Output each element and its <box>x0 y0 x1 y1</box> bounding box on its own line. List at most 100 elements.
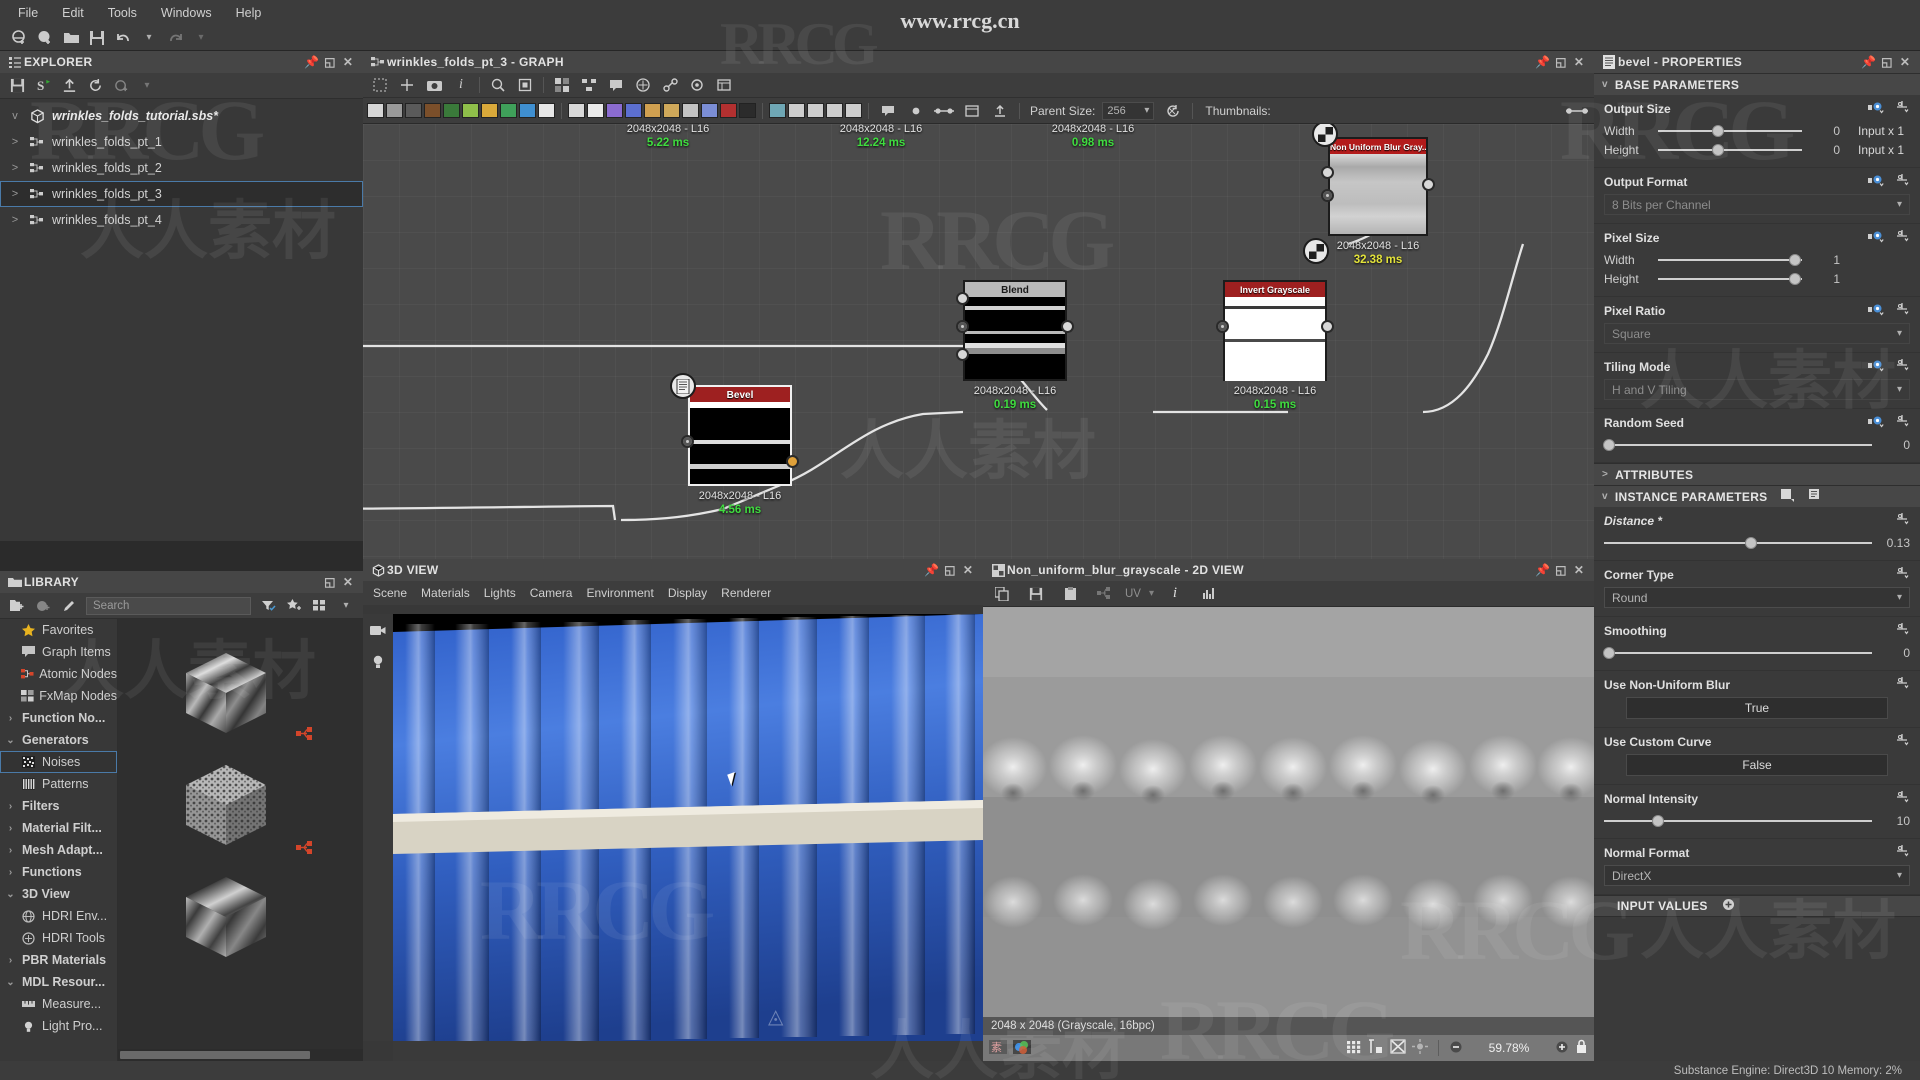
library-item-filters[interactable]: › Filters <box>0 795 117 817</box>
chevron-right-icon[interactable]: > <box>8 136 22 148</box>
node-color-swatch[interactable] <box>538 103 555 118</box>
chevron-down-icon[interactable]: ⌄ <box>4 977 17 988</box>
chevron-down-icon[interactable]: ▾ <box>134 75 160 97</box>
grid-icon[interactable] <box>549 74 575 96</box>
node-type-icon[interactable] <box>663 103 680 118</box>
node-color-swatch[interactable] <box>500 103 517 118</box>
node-color-swatch[interactable] <box>424 103 441 118</box>
thumbnails-toggle-icon[interactable] <box>1564 100 1590 122</box>
node-output-icon[interactable] <box>826 103 843 118</box>
explorer-item-pt3[interactable]: > wrinkles_folds_pt_3 <box>0 181 363 207</box>
zoom-level-label[interactable]: 59.78% <box>1469 1041 1549 1055</box>
view3d-menu-display[interactable]: Display <box>668 586 707 600</box>
close-icon[interactable]: ✕ <box>1570 561 1588 579</box>
chevron-right-icon[interactable]: › <box>4 845 17 856</box>
close-icon[interactable]: ✕ <box>1570 53 1588 71</box>
close-icon[interactable]: ✕ <box>339 53 357 71</box>
copy-params-icon[interactable] <box>1781 488 1795 505</box>
library-item-mesh-adapt[interactable]: › Mesh Adapt... <box>0 839 117 861</box>
param-combo[interactable]: H and V Tiling ▾ <box>1604 379 1910 400</box>
zoom-icon[interactable] <box>485 74 511 96</box>
parameter-function-icon[interactable] <box>1895 101 1910 117</box>
library-item-graph-items[interactable]: Graph Items <box>0 641 117 663</box>
pin-icon[interactable]: 📌 <box>303 53 321 71</box>
parameter-function-icon[interactable] <box>1895 567 1910 583</box>
node-output-icon[interactable] <box>769 103 786 118</box>
node-non-uniform-blur-grayscale[interactable]: Non Uniform Blur Gray... 2048x2048 - L16… <box>1312 124 1435 266</box>
parameter-function-icon[interactable] <box>1895 677 1910 693</box>
node-color-swatch[interactable] <box>443 103 460 118</box>
library-item-measure[interactable]: Measure... <box>0 993 117 1015</box>
node-color-swatch[interactable] <box>481 103 498 118</box>
slider-knob[interactable] <box>1788 272 1801 285</box>
camera-icon[interactable] <box>370 624 386 640</box>
library-thumbnail[interactable] <box>180 871 272 963</box>
node-invert-grayscale[interactable]: Invert Grayscale 2048x2048 - L16 0.15 ms <box>1216 280 1334 411</box>
save-icon[interactable] <box>4 75 30 97</box>
explorer-item-pt1[interactable]: > wrinkles_folds_pt_1 <box>0 129 363 155</box>
section-input-values[interactable]: INPUT VALUES <box>1594 895 1920 917</box>
library-item-pbr-materials[interactable]: › PBR Materials <box>0 949 117 971</box>
parameter-function-icon[interactable] <box>1895 359 1910 375</box>
align-icon[interactable] <box>711 74 737 96</box>
layout-icon[interactable] <box>576 74 602 96</box>
expose-parameter-icon[interactable] <box>1868 230 1885 246</box>
library-item-light-pro[interactable]: Light Pro... <box>0 1015 117 1037</box>
edit-icon[interactable] <box>56 595 82 617</box>
node-type-icon[interactable] <box>720 103 737 118</box>
chevron-right-icon[interactable]: › <box>4 713 17 724</box>
frame-node-icon[interactable] <box>959 100 985 122</box>
maximize-icon[interactable]: ◱ <box>321 53 339 71</box>
slider-knob[interactable] <box>1712 124 1725 137</box>
parameter-function-icon[interactable] <box>1895 734 1910 750</box>
pin-icon[interactable]: 📌 <box>1860 53 1878 71</box>
library-item-hdri-env[interactable]: HDRI Env... <box>0 905 117 927</box>
pin-node-icon[interactable] <box>903 100 929 122</box>
node-color-swatch[interactable] <box>462 103 479 118</box>
slider-knob[interactable] <box>1603 438 1616 451</box>
param-combo[interactable]: Round ▾ <box>1604 587 1910 608</box>
view3d-menu-lights[interactable]: Lights <box>484 586 516 600</box>
chevron-down-icon[interactable]: ▾ <box>1149 588 1154 599</box>
grid-icon[interactable] <box>1346 1039 1362 1057</box>
library-item-fxmap-nodes[interactable]: FxMap Nodes <box>0 685 117 707</box>
parameter-function-icon[interactable] <box>1895 415 1910 431</box>
library-thumbnail[interactable] <box>180 647 272 739</box>
paste-params-icon[interactable] <box>1809 488 1823 505</box>
tile-icon[interactable] <box>1368 1039 1384 1057</box>
link-icon[interactable] <box>1091 583 1117 605</box>
library-item-material-filt[interactable]: › Material Filt... <box>0 817 117 839</box>
maximize-icon[interactable]: ◱ <box>321 573 339 591</box>
view3d-hscrollbar[interactable] <box>393 1041 983 1061</box>
library-item-function-no[interactable]: › Function No... <box>0 707 117 729</box>
comment-node-icon[interactable] <box>875 100 901 122</box>
parameter-function-icon[interactable] <box>1895 174 1910 190</box>
maximize-icon[interactable]: ◱ <box>1552 561 1570 579</box>
param-slider[interactable] <box>1658 143 1802 157</box>
chevron-right-icon[interactable]: › <box>4 801 17 812</box>
node-type-icon[interactable] <box>587 103 604 118</box>
chevron-down-icon[interactable]: v <box>8 110 22 122</box>
node-output-icon[interactable] <box>788 103 805 118</box>
view3d-menu-scene[interactable]: Scene <box>373 586 407 600</box>
node-output-icon[interactable] <box>807 103 824 118</box>
param-combo[interactable]: DirectX ▾ <box>1604 865 1910 886</box>
select-icon[interactable] <box>367 74 393 96</box>
param-toggle-button[interactable]: True <box>1626 697 1888 719</box>
frame-icon[interactable] <box>512 74 538 96</box>
pin-icon[interactable]: 📌 <box>1534 53 1552 71</box>
view3d-menu-renderer[interactable]: Renderer <box>721 586 771 600</box>
light-icon[interactable] <box>371 654 385 672</box>
publish-icon[interactable]: S <box>30 75 56 97</box>
expose-parameter-icon[interactable] <box>1868 359 1885 375</box>
node-type-icon[interactable] <box>701 103 718 118</box>
param-slider[interactable] <box>1603 646 1872 660</box>
pin-note-icon[interactable] <box>684 74 710 96</box>
chevron-right-icon[interactable]: › <box>4 955 17 966</box>
library-hscrollbar[interactable] <box>118 1049 363 1061</box>
view2d-viewport[interactable] <box>983 607 1594 1017</box>
param-slider[interactable] <box>1658 272 1802 286</box>
param-slider[interactable] <box>1658 253 1802 267</box>
param-combo[interactable]: 8 Bits per Channel ▾ <box>1604 194 1910 215</box>
slider-knob[interactable] <box>1745 536 1758 549</box>
